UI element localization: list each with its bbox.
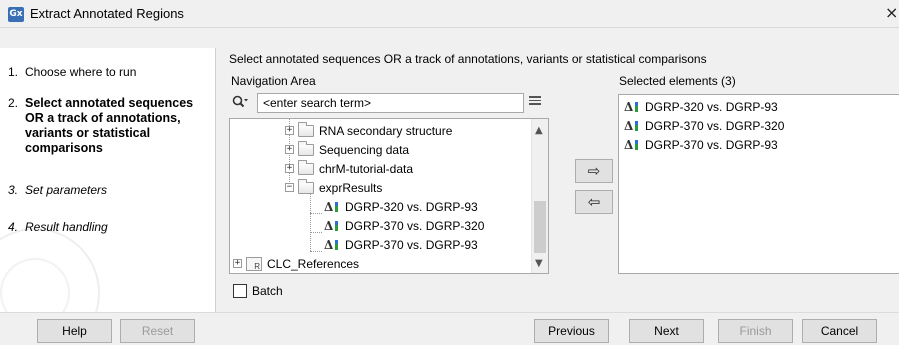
- step-number: 1.: [8, 65, 19, 79]
- tree-connector: [310, 251, 322, 252]
- search-icon[interactable]: [232, 95, 248, 109]
- tree-item-label: CLC_References: [267, 256, 360, 271]
- tree-item-label: DGRP-370 vs. DGRP-320: [345, 218, 485, 233]
- selected-item-label: DGRP-320 vs. DGRP-93: [645, 99, 778, 114]
- statistical-comparison-icon: Δ: [324, 219, 341, 233]
- scrollbar-thumb[interactable]: [534, 201, 546, 253]
- tree-item-chrm-tutorial-data[interactable]: + chrM-tutorial-data: [285, 159, 413, 178]
- folder-icon: [298, 140, 314, 156]
- cancel-button[interactable]: Cancel: [802, 319, 877, 343]
- tree-connector: [310, 194, 311, 251]
- app-logo-icon: Gx: [8, 7, 24, 22]
- filter-menu-icon[interactable]: [529, 96, 541, 108]
- step-label: Choose where to run: [25, 65, 137, 79]
- statistical-comparison-icon: Δ: [624, 138, 641, 152]
- tree-connector: [310, 232, 322, 233]
- selected-item-label: DGRP-370 vs. DGRP-93: [645, 137, 778, 152]
- tree-item-label: DGRP-320 vs. DGRP-93: [345, 199, 478, 214]
- tree-item-clc-references[interactable]: + R CLC_References: [233, 254, 359, 273]
- step-4: 4. Result handling: [8, 220, 108, 234]
- step-label: Select annotated sequences OR a track of…: [25, 96, 194, 155]
- close-icon[interactable]: ×: [885, 3, 899, 23]
- step-2-current: 2. Select annotated sequences OR a track …: [8, 96, 193, 155]
- expand-icon[interactable]: +: [285, 145, 294, 154]
- tree-connector: [310, 213, 322, 214]
- statistical-comparison-icon: Δ: [624, 119, 641, 133]
- statistical-comparison-icon: Δ: [324, 238, 341, 252]
- selected-item-dgrp-370-vs-dgrp-93[interactable]: Δ DGRP-370 vs. DGRP-93: [624, 135, 778, 154]
- instruction-text: Select annotated sequences OR a track of…: [229, 52, 707, 66]
- collapse-icon[interactable]: −: [285, 183, 294, 192]
- folder-icon: [298, 159, 314, 175]
- tree-item-label: chrM-tutorial-data: [319, 161, 414, 176]
- expand-icon[interactable]: +: [233, 259, 242, 268]
- batch-checkbox[interactable]: [233, 284, 247, 298]
- step-label: Result handling: [25, 220, 108, 234]
- selected-item-dgrp-320-vs-dgrp-93[interactable]: Δ DGRP-320 vs. DGRP-93: [624, 97, 778, 116]
- tree-item-label: exprResults: [319, 180, 383, 195]
- folder-icon: [298, 121, 314, 137]
- search-input[interactable]: [257, 93, 524, 113]
- tree-item-label: RNA secondary structure: [319, 123, 453, 138]
- reference-folder-icon: R: [246, 256, 262, 271]
- reset-button[interactable]: Reset: [120, 319, 195, 343]
- statistical-comparison-icon: Δ: [324, 200, 341, 214]
- scroll-up-icon[interactable]: ▲: [535, 125, 543, 136]
- add-to-selection-button[interactable]: ⇨: [575, 159, 613, 183]
- scroll-down-icon[interactable]: ▼: [535, 258, 543, 269]
- tree-item-label: DGRP-370 vs. DGRP-93: [345, 237, 478, 252]
- tree-item-dgrp-370-vs-dgrp-93[interactable]: Δ DGRP-370 vs. DGRP-93: [324, 235, 478, 254]
- tree-item-exprresults[interactable]: − exprResults: [285, 178, 382, 197]
- selected-item-label: DGRP-370 vs. DGRP-320: [645, 118, 785, 133]
- main-panel: Select annotated sequences OR a track of…: [217, 48, 899, 312]
- statistical-comparison-icon: Δ: [624, 100, 641, 114]
- batch-label: Batch: [252, 284, 283, 298]
- button-bar: Help Reset Previous Next Finish Cancel: [0, 312, 899, 345]
- step-number: 3.: [8, 183, 19, 197]
- finish-button[interactable]: Finish: [718, 319, 793, 343]
- tree-item-label: Sequencing data: [319, 142, 410, 157]
- step-1: 1. Choose where to run: [8, 65, 136, 79]
- selected-item-dgrp-370-vs-dgrp-320[interactable]: Δ DGRP-370 vs. DGRP-320: [624, 116, 784, 135]
- window-title: Extract Annotated Regions: [30, 6, 184, 21]
- tree-item-dgrp-320-vs-dgrp-93[interactable]: Δ DGRP-320 vs. DGRP-93: [324, 197, 478, 216]
- step-3: 3. Set parameters: [8, 183, 107, 197]
- expand-icon[interactable]: +: [285, 126, 294, 135]
- navigation-tree[interactable]: + RNA secondary structure + Sequencing d…: [229, 118, 549, 274]
- tree-item-dgrp-370-vs-dgrp-320[interactable]: Δ DGRP-370 vs. DGRP-320: [324, 216, 484, 235]
- step-number: 4.: [8, 220, 19, 234]
- title-bar: Gx Extract Annotated Regions ×: [0, 0, 899, 28]
- step-number: 2.: [8, 96, 19, 110]
- tree-scrollbar[interactable]: ▲ ▼: [531, 119, 548, 273]
- next-button[interactable]: Next: [629, 319, 704, 343]
- folder-open-icon: [298, 178, 314, 194]
- batch-option[interactable]: Batch: [233, 284, 283, 298]
- wizard-steps-panel: 1. Choose where to run 2. Select annotated…: [0, 48, 216, 312]
- expand-icon[interactable]: +: [285, 164, 294, 173]
- selected-elements-label: Selected elements (3): [619, 74, 736, 88]
- step-label: Set parameters: [25, 183, 108, 197]
- previous-button[interactable]: Previous: [534, 319, 609, 343]
- help-button[interactable]: Help: [37, 319, 112, 343]
- selected-elements-list[interactable]: Δ DGRP-320 vs. DGRP-93 Δ DGRP-370 vs. DG…: [618, 94, 899, 274]
- tree-item-sequencing-data[interactable]: + Sequencing data: [285, 140, 409, 159]
- tree-item-rna-secondary-structure[interactable]: + RNA secondary structure: [285, 121, 452, 140]
- navigation-area-label: Navigation Area: [231, 74, 316, 88]
- remove-from-selection-button[interactable]: ⇦: [575, 190, 613, 214]
